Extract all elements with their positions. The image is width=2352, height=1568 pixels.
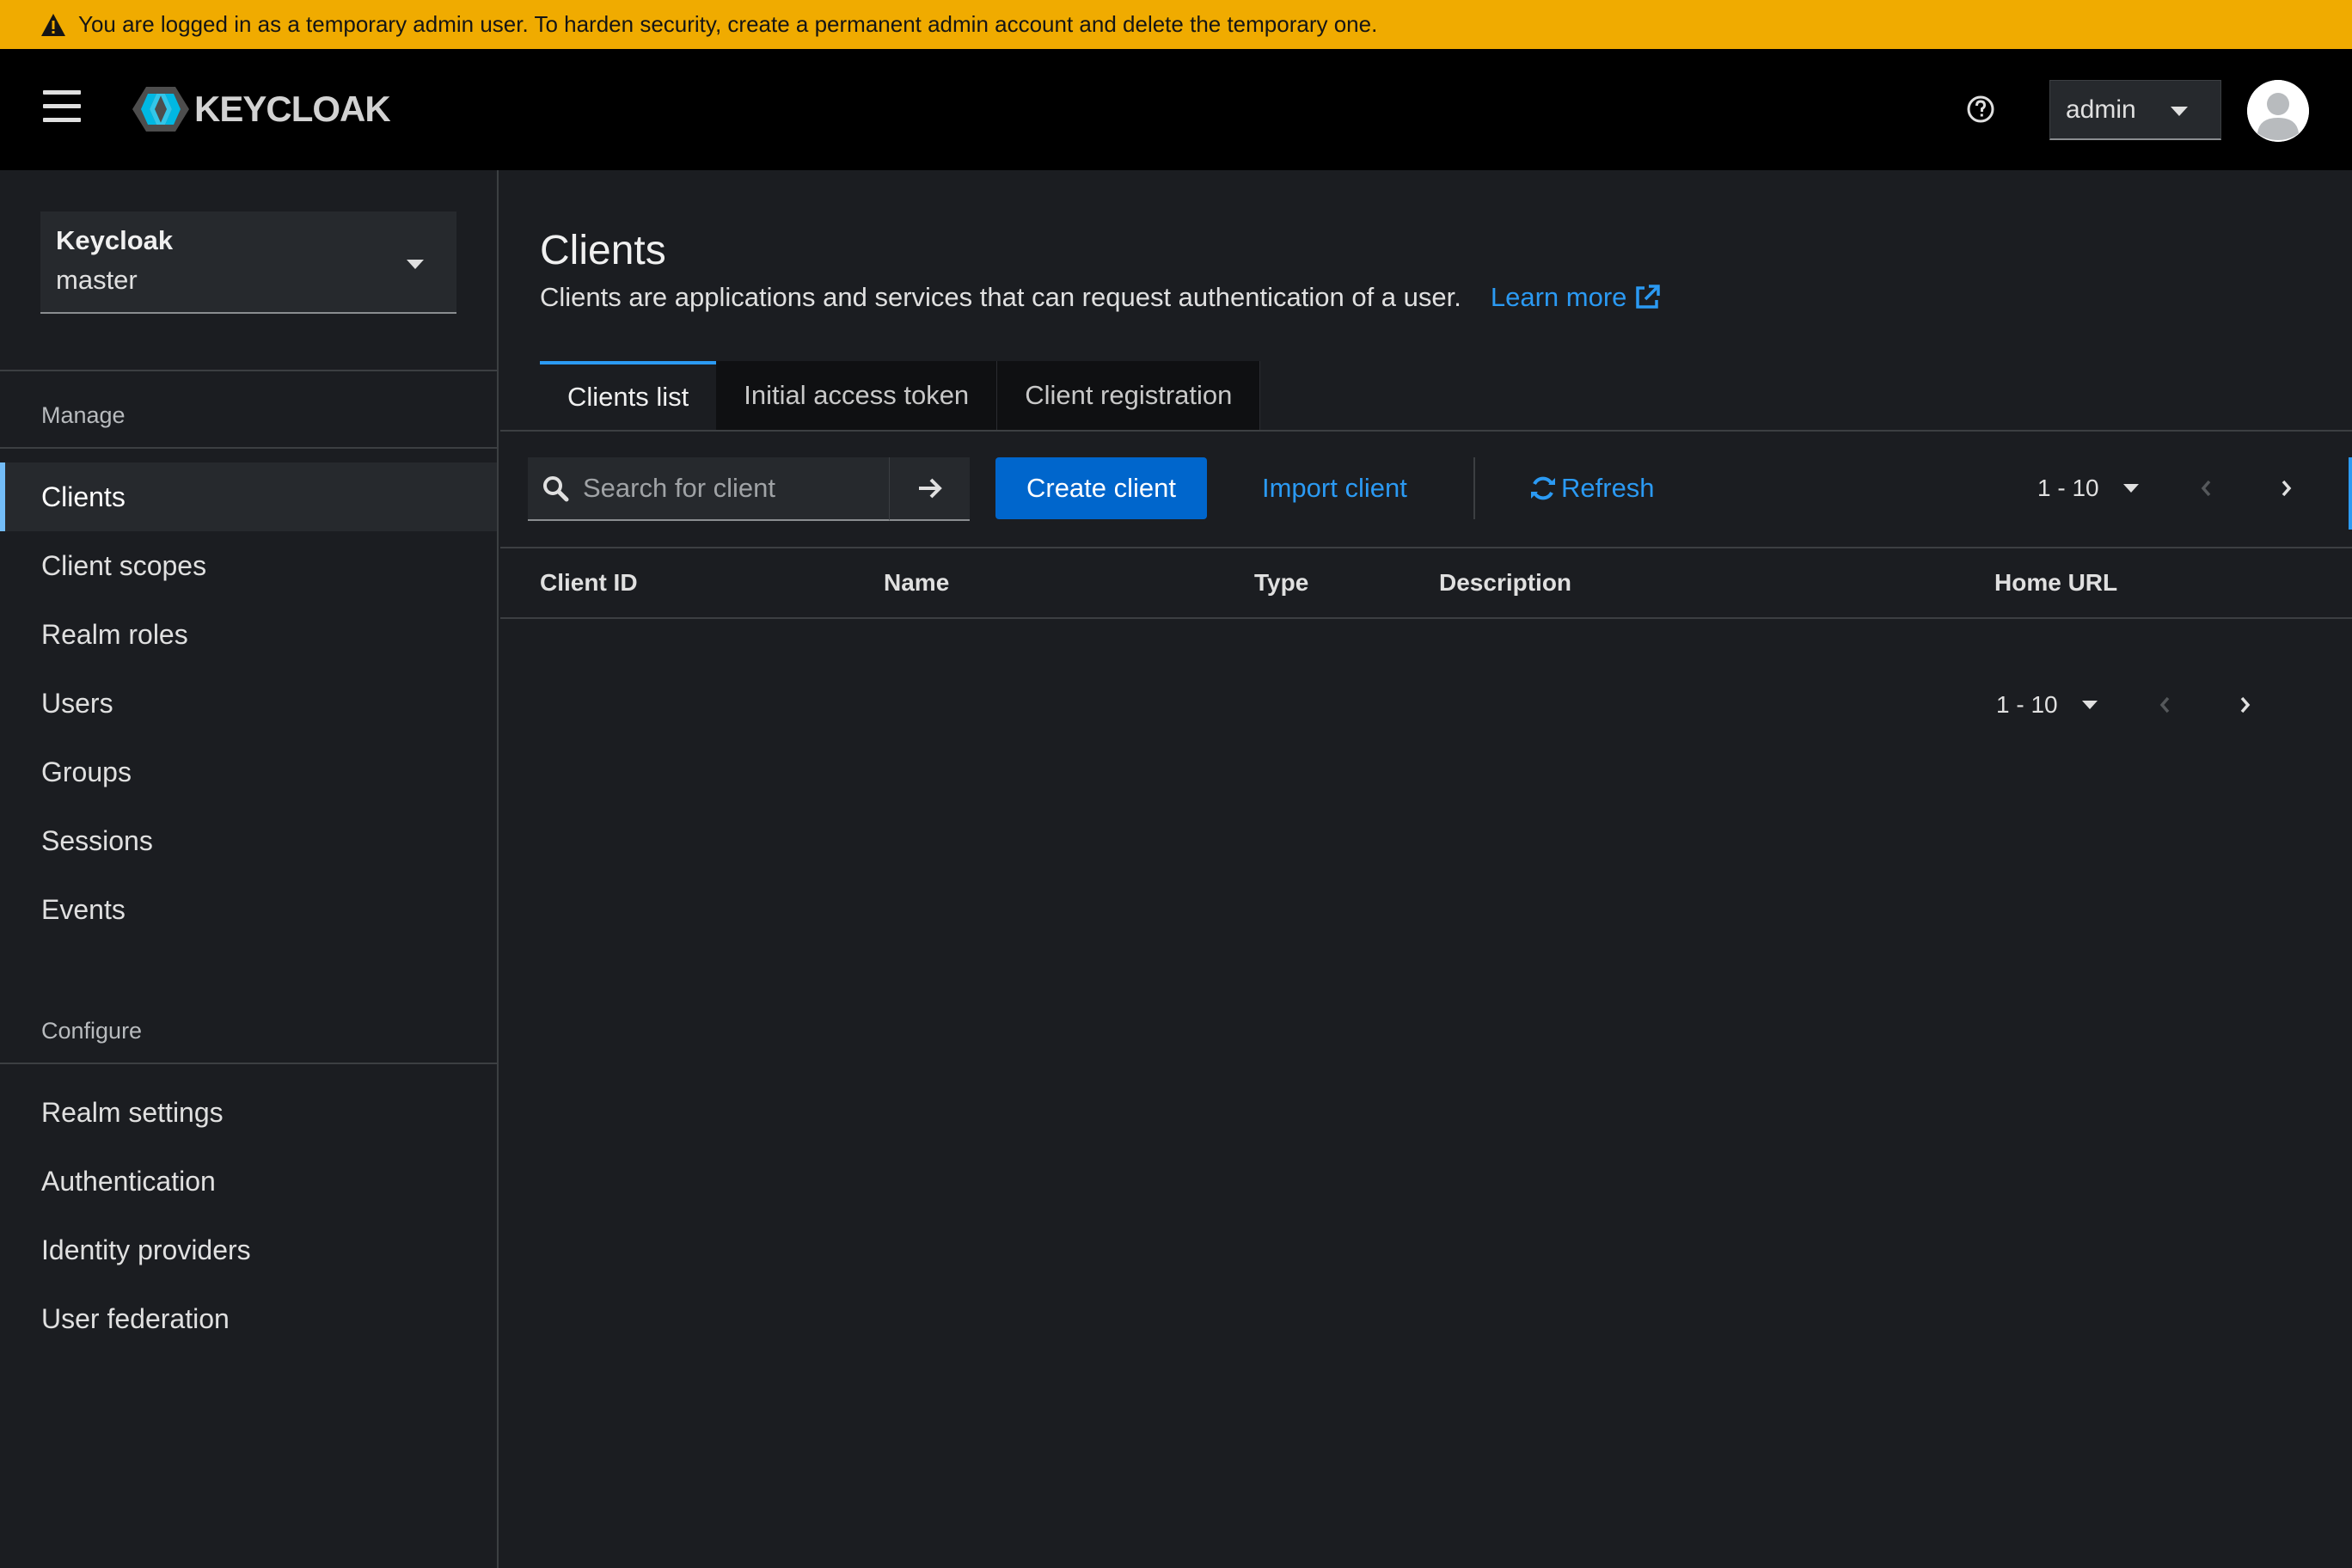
table-header: Client ID Name Type Description Home URL (500, 548, 2352, 617)
realm-selector[interactable]: Keycloak master (40, 211, 456, 314)
learn-more-label: Learn more (1490, 282, 1627, 312)
sidebar-item-identity-providers[interactable]: Identity providers (0, 1216, 497, 1284)
pagination-bottom-range: 1 - 10 (1996, 691, 2058, 718)
sidebar-divider (0, 447, 497, 449)
hamburger-icon[interactable] (43, 90, 81, 125)
tabs-divider (500, 430, 2352, 432)
sidebar-item-authentication[interactable]: Authentication (0, 1147, 497, 1216)
keycloak-logo-icon (132, 87, 189, 132)
tab-clients-list[interactable]: Clients list (540, 361, 717, 430)
user-dropdown[interactable]: admin (2049, 80, 2221, 140)
pagination-range-toggle[interactable]: 1 - 10 (2037, 475, 2139, 502)
sidebar-item-groups[interactable]: Groups (0, 738, 497, 806)
sidebar-item-realm-settings[interactable]: Realm settings (0, 1078, 497, 1147)
page-description: Clients are applications and services th… (540, 282, 1661, 313)
warning-icon (41, 13, 65, 36)
search-submit-button[interactable] (889, 457, 970, 521)
sidebar-divider (0, 1063, 497, 1064)
external-link-icon (1636, 285, 1661, 309)
banner-text: You are logged in as a temporary admin u… (78, 11, 1378, 37)
refresh-label: Refresh (1561, 473, 1655, 503)
logo-text: KEYCLOAK (194, 89, 391, 129)
sidebar-section-manage: Manage (41, 402, 126, 428)
search-icon (543, 476, 569, 502)
column-header-name[interactable]: Name (884, 569, 949, 597)
caret-down-icon (2122, 484, 2139, 493)
search-input[interactable] (581, 472, 873, 505)
chevron-right-icon (2240, 696, 2250, 714)
chevron-left-icon (2201, 480, 2210, 497)
tab-initial-access-token[interactable]: Initial access token (716, 361, 998, 430)
toolbar: Create client Import client Refresh 1 - … (500, 457, 2352, 530)
keycloak-logo[interactable]: KEYCLOAK (131, 85, 391, 133)
pagination-bottom-next-button[interactable] (2228, 688, 2263, 722)
create-client-button[interactable]: Create client (995, 457, 1207, 519)
avatar[interactable] (2247, 80, 2309, 142)
refresh-icon (1531, 476, 1555, 500)
column-header-home-url[interactable]: Home URL (1994, 569, 2117, 597)
avatar-icon (2247, 80, 2309, 142)
realm-selector-title: Keycloak (56, 225, 174, 255)
scroll-edge-indicator (2349, 457, 2352, 530)
column-header-description[interactable]: Description (1439, 569, 1571, 597)
chevron-left-icon (2159, 696, 2169, 714)
pagination-range: 1 - 10 (2037, 475, 2099, 501)
main-content: Clients Clients are applications and ser… (500, 170, 2352, 1568)
page-description-text: Clients are applications and services th… (540, 282, 1461, 312)
toolbar-divider (1473, 457, 1475, 519)
table-header-divider (500, 617, 2352, 619)
import-client-button[interactable]: Import client (1262, 457, 1407, 519)
tabs: Clients list Initial access token Client… (540, 361, 1261, 430)
search-box (528, 457, 889, 521)
pagination-next-button[interactable] (2269, 471, 2304, 505)
learn-more-link[interactable]: Learn more (1491, 282, 1662, 313)
caret-down-icon (407, 260, 424, 269)
refresh-button[interactable]: Refresh (1528, 457, 1655, 519)
column-header-type[interactable]: Type (1254, 569, 1308, 597)
caret-down-icon (2171, 107, 2188, 116)
tab-client-registration[interactable]: Client registration (997, 361, 1261, 430)
sidebar-item-client-scopes[interactable]: Client scopes (0, 531, 497, 600)
pagination-prev-button[interactable] (2189, 471, 2223, 505)
masthead: KEYCLOAK admin (0, 49, 2352, 170)
warning-banner: You are logged in as a temporary admin u… (0, 0, 2352, 49)
sidebar-item-realm-roles[interactable]: Realm roles (0, 600, 497, 669)
help-icon[interactable] (1963, 92, 1998, 126)
sidebar-section-configure: Configure (41, 1018, 143, 1044)
chevron-right-icon (2282, 480, 2291, 497)
page-title: Clients (540, 228, 666, 273)
sidebar-divider (0, 370, 497, 371)
pagination-top: 1 - 10 (2037, 457, 2304, 519)
column-header-client-id[interactable]: Client ID (540, 569, 638, 597)
sidebar-item-events[interactable]: Events (0, 875, 497, 944)
sidebar: Keycloak master Manage Clients Client sc… (0, 170, 499, 1568)
pagination-bottom-prev-button[interactable] (2147, 688, 2182, 722)
user-dropdown-label: admin (2066, 95, 2136, 124)
pagination-bottom: 1 - 10 (1996, 674, 2263, 736)
realm-selector-value: master (56, 265, 138, 295)
arrow-right-icon (918, 478, 942, 499)
sidebar-item-clients[interactable]: Clients (0, 462, 497, 531)
sidebar-item-user-federation[interactable]: User federation (0, 1284, 497, 1353)
pagination-bottom-range-toggle[interactable]: 1 - 10 (1996, 691, 2098, 719)
sidebar-item-sessions[interactable]: Sessions (0, 806, 497, 875)
sidebar-item-users[interactable]: Users (0, 669, 497, 738)
caret-down-icon (2081, 701, 2098, 709)
